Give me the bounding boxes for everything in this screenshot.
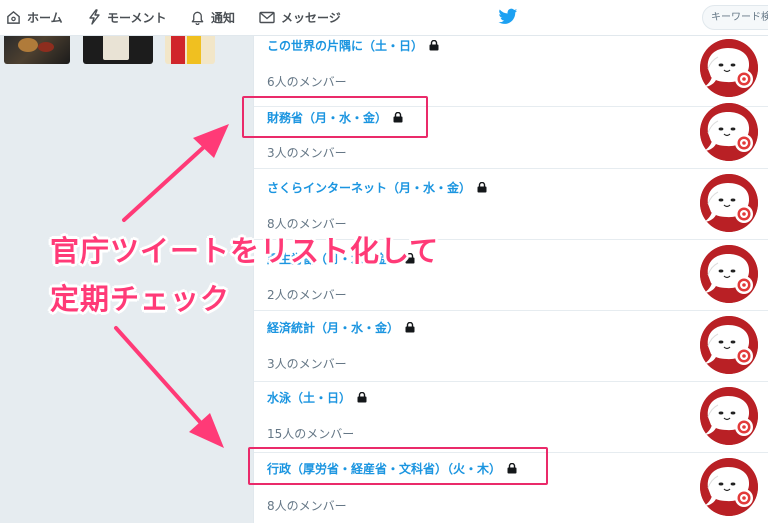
envelope-icon xyxy=(259,11,275,23)
twitter-bird-logo-icon[interactable] xyxy=(498,8,518,26)
member-count: 8人のメンバー xyxy=(267,499,347,513)
lock-icon xyxy=(477,182,487,193)
list-name-link[interactable]: さくらインターネット（月・水・金） xyxy=(267,179,487,196)
annotation-caption-line-2: 定期チェック xyxy=(50,282,231,316)
list-item[interactable]: 財務省（月・水・金） 3人のメンバー xyxy=(254,98,768,169)
avatar[interactable] xyxy=(700,39,758,97)
bell-icon xyxy=(191,11,204,25)
list-name-link[interactable]: 水泳（土・日） xyxy=(267,389,367,406)
list-item[interactable]: 水泳（土・日） 15人のメンバー xyxy=(254,382,768,453)
lock-icon xyxy=(507,463,517,474)
list-name: 財務省（月・水・金） xyxy=(267,111,388,125)
list-name: この世界の片隅に（土・日） xyxy=(267,39,424,53)
member-count: 2人のメンバー xyxy=(267,288,347,302)
nav-moments-label: モーメント xyxy=(107,10,167,25)
list-name: 水泳（土・日） xyxy=(267,391,352,405)
list-name: 経済統計（月・水・金） xyxy=(267,321,400,335)
search-input[interactable]: キーワード検索 xyxy=(702,5,768,30)
nav-home-label: ホーム xyxy=(27,10,63,25)
list-item[interactable]: 経済統計（月・水・金） 3人のメンバー xyxy=(254,311,768,382)
nav-notifications[interactable]: 通知 xyxy=(190,0,235,34)
mascot-avatar-icon xyxy=(700,316,758,374)
lock-icon xyxy=(405,322,415,333)
member-count: 3人のメンバー xyxy=(267,357,347,371)
avatar[interactable] xyxy=(700,103,758,161)
nav-notifications-label: 通知 xyxy=(211,10,236,25)
mascot-avatar-icon xyxy=(700,39,758,97)
thumbnail-image[interactable] xyxy=(165,36,215,64)
lock-icon xyxy=(429,40,439,51)
avatar[interactable] xyxy=(700,316,758,374)
nav-moments[interactable]: モーメント xyxy=(88,0,167,34)
top-navigation-bar: ホーム モーメント 通知 メッセージ キーワード検索 xyxy=(0,0,768,36)
avatar[interactable] xyxy=(700,174,758,232)
member-count: 15人のメンバー xyxy=(267,427,355,441)
mascot-avatar-icon xyxy=(700,387,758,445)
list-name: さくらインターネット（月・水・金） xyxy=(267,181,472,195)
home-icon xyxy=(7,10,20,24)
list-name: 行政（厚労省・経産省・文科省）（火・木） xyxy=(267,462,502,476)
thumbnail-image[interactable] xyxy=(4,36,70,64)
list-name-link[interactable]: 行政（厚労省・経産省・文科省）（火・木） xyxy=(267,460,517,477)
mascot-avatar-icon xyxy=(700,245,758,303)
avatar[interactable] xyxy=(700,387,758,445)
nav-home[interactable]: ホーム xyxy=(6,0,63,34)
avatar[interactable] xyxy=(700,458,758,516)
lock-icon xyxy=(393,112,403,123)
mascot-avatar-icon xyxy=(700,103,758,161)
lock-icon xyxy=(357,392,367,403)
member-count: 6人のメンバー xyxy=(267,75,347,89)
list-item[interactable]: 行政（厚労省・経産省・文科省）（火・木） 8人のメンバー xyxy=(254,453,768,523)
list-name-link[interactable]: 財務省（月・水・金） xyxy=(267,109,403,126)
nav-messages-label: メッセージ xyxy=(281,10,341,25)
avatar[interactable] xyxy=(700,245,758,303)
list-name-link[interactable]: 経済統計（月・水・金） xyxy=(267,319,415,336)
mascot-avatar-icon xyxy=(700,458,758,516)
list-name-link[interactable]: この世界の片隅に（土・日） xyxy=(267,37,439,54)
lists-column: この世界の片隅に（土・日） 6人のメンバー 財務省（月・水・金） 3人のメンバー… xyxy=(253,36,768,523)
mascot-avatar-icon xyxy=(700,174,758,232)
nav-messages[interactable]: メッセージ xyxy=(259,0,341,34)
list-item[interactable]: この世界の片隅に（土・日） 6人のメンバー xyxy=(254,36,768,107)
annotation-caption-line-1: 官庁ツイートをリスト化して xyxy=(50,234,440,268)
lightning-icon xyxy=(89,9,100,25)
member-count: 3人のメンバー xyxy=(267,146,347,160)
thumbnail-image[interactable] xyxy=(83,36,153,64)
media-thumbnails xyxy=(0,36,253,70)
